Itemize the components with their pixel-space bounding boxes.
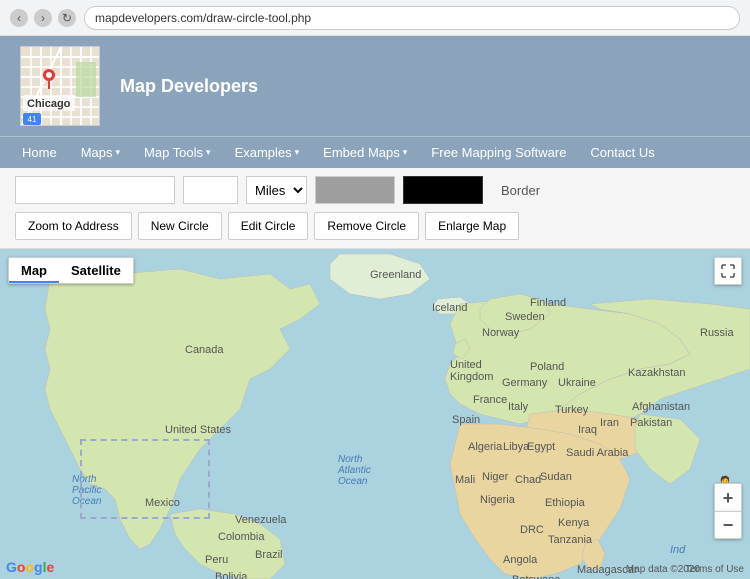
remove-circle-button[interactable]: Remove Circle <box>314 212 419 240</box>
fill-color-input[interactable]: AAAAAA <box>315 176 395 204</box>
toolbar-row-2: Zoom to Address New Circle Edit Circle R… <box>15 212 735 240</box>
map-type-map-button[interactable]: Map <box>9 258 59 283</box>
border-label: Border <box>501 183 540 198</box>
site-header: Chicago 41 Map Developers <box>0 36 750 136</box>
selection-rectangle <box>80 439 210 519</box>
svg-text:Chicago: Chicago <box>27 98 71 110</box>
nav-maps-arrow: ▾ <box>115 147 120 158</box>
zoom-out-button[interactable]: − <box>714 511 742 539</box>
map-type-satellite-button[interactable]: Satellite <box>59 258 133 283</box>
border-color-input[interactable]: 000000 <box>403 176 483 204</box>
radius-input[interactable]: 10 <box>183 176 238 204</box>
navigation-bar: Home Maps ▾ Map Tools ▾ Examples ▾ Embed… <box>0 136 750 168</box>
browser-controls: ‹ › ↻ <box>10 9 76 27</box>
nav-examples[interactable]: Examples ▾ <box>223 137 312 168</box>
nav-home[interactable]: Home <box>10 137 69 168</box>
site-logo: Map Developers <box>120 76 258 97</box>
map-footer: Google <box>6 559 54 575</box>
map-type-control: Map Satellite <box>8 257 134 284</box>
nav-free-mapping[interactable]: Free Mapping Software <box>419 137 578 168</box>
reload-button[interactable]: ↻ <box>58 9 76 27</box>
zoom-to-address-button[interactable]: Zoom to Address <box>15 212 132 240</box>
nav-map-tools[interactable]: Map Tools ▾ <box>132 137 223 168</box>
enlarge-map-button[interactable]: Enlarge Map <box>425 212 519 240</box>
nav-contact[interactable]: Contact Us <box>578 137 666 168</box>
toolbar-row-1: 10 Miles Km AAAAAA 000000 Border <box>15 176 735 204</box>
google-logo: Google <box>6 559 54 575</box>
map-container[interactable]: Greenland Iceland Finland Sweden Norway … <box>0 249 750 579</box>
toolbar: 10 Miles Km AAAAAA 000000 Border Zoom to… <box>0 168 750 249</box>
edit-circle-button[interactable]: Edit Circle <box>228 212 309 240</box>
forward-button[interactable]: › <box>34 9 52 27</box>
address-input[interactable] <box>15 176 175 204</box>
nav-embed-maps[interactable]: Embed Maps ▾ <box>311 137 419 168</box>
back-button[interactable]: ‹ <box>10 9 28 27</box>
nav-map-tools-arrow: ▾ <box>206 147 211 158</box>
browser-address-bar[interactable] <box>84 6 740 30</box>
map-fullscreen-button[interactable] <box>714 257 742 285</box>
new-circle-button[interactable]: New Circle <box>138 212 222 240</box>
map-svg <box>0 249 750 579</box>
nav-maps[interactable]: Maps ▾ <box>69 137 132 168</box>
nav-embed-maps-arrow: ▾ <box>403 147 408 158</box>
map-terms[interactable]: Terms of Use <box>685 564 744 575</box>
unit-select[interactable]: Miles Km <box>246 176 307 204</box>
zoom-in-button[interactable]: + <box>714 483 742 511</box>
nav-examples-arrow: ▾ <box>295 147 300 158</box>
browser-bar: ‹ › ↻ <box>0 0 750 36</box>
svg-text:41: 41 <box>28 115 37 124</box>
map-zoom-controls: + − <box>714 483 742 539</box>
fullscreen-icon <box>721 264 735 278</box>
chicago-map-thumbnail: Chicago 41 <box>20 46 100 126</box>
